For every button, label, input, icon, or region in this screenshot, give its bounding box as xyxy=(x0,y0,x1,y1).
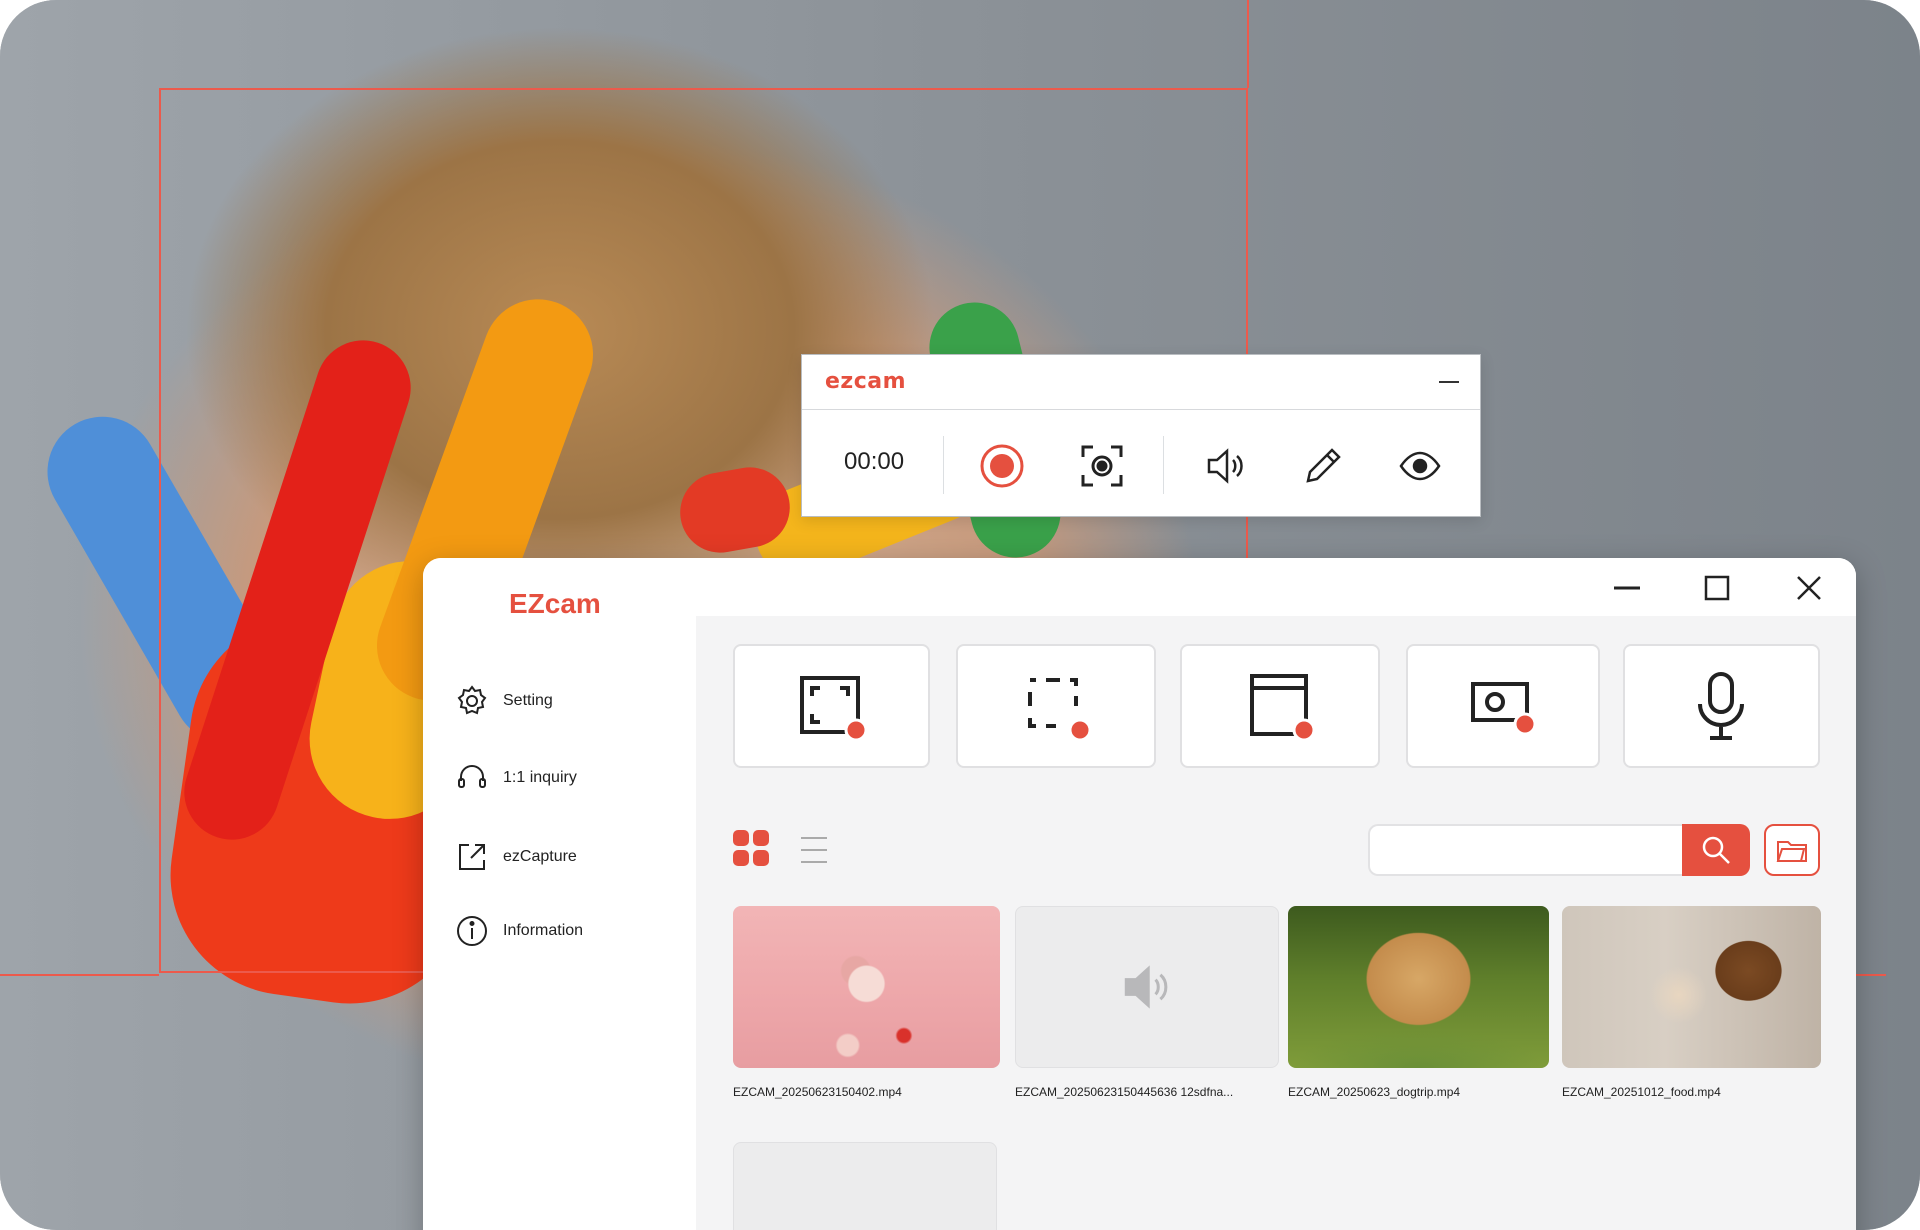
sidebar-item-label: Setting xyxy=(503,692,553,709)
recorder-bar-header[interactable]: ezcam xyxy=(802,355,1480,410)
minimize-button[interactable] xyxy=(1603,568,1651,608)
recorder-timer: 00:00 xyxy=(844,448,905,475)
search-input[interactable] xyxy=(1368,824,1684,876)
folder-icon xyxy=(1776,841,1807,862)
region-record-icon xyxy=(1028,678,1092,742)
file-thumbnail[interactable] xyxy=(1288,906,1549,1068)
search-button[interactable] xyxy=(1682,824,1750,876)
fullscreen-record-button[interactable] xyxy=(733,644,930,768)
app-window[interactable]: EZcam Setting 1:1 inquiry ezCapture Info… xyxy=(423,558,1856,1230)
list-view-icon xyxy=(801,837,827,863)
file-name: EZCAM_20250623150445636 12sdfna... xyxy=(1015,1085,1234,1099)
speaker-button[interactable] xyxy=(1196,436,1256,496)
audio-record-button[interactable] xyxy=(1623,644,1820,768)
sidebar-item-setting[interactable]: Setting xyxy=(455,684,553,718)
webcam-record-button[interactable] xyxy=(1406,644,1600,768)
record-button[interactable] xyxy=(972,436,1032,496)
recorder-logo: ezcam xyxy=(825,369,907,394)
maximize-icon xyxy=(1704,575,1730,601)
info-icon xyxy=(457,916,487,946)
guide-line xyxy=(1856,974,1886,976)
list-view-button[interactable] xyxy=(799,834,829,871)
grid-view-button[interactable] xyxy=(733,830,771,873)
record-icon xyxy=(980,444,1024,488)
eye-icon xyxy=(1399,451,1441,481)
title-bar[interactable] xyxy=(696,558,1856,616)
search-icon xyxy=(1702,836,1730,864)
gear-icon xyxy=(457,685,487,715)
sidebar-item-label: Information xyxy=(503,922,584,939)
speaker-icon xyxy=(1207,448,1243,484)
file-name: EZCAM_20251012_food.mp4 xyxy=(1562,1085,1721,1099)
guide-line xyxy=(0,974,159,976)
close-button[interactable] xyxy=(1785,568,1833,608)
sidebar-item-ezcapture[interactable]: ezCapture xyxy=(455,840,577,874)
window-record-icon xyxy=(1250,674,1316,742)
sidebar: EZcam Setting 1:1 inquiry ezCapture Info… xyxy=(423,558,696,1230)
fullscreen-record-icon xyxy=(799,676,867,742)
region-record-button[interactable] xyxy=(956,644,1156,768)
grid-view-icon xyxy=(733,830,769,866)
screenshot-button[interactable] xyxy=(1072,436,1132,496)
sidebar-item-inquiry[interactable]: 1:1 inquiry xyxy=(455,761,577,795)
speaker-icon xyxy=(1124,965,1168,1009)
file-name: EZCAM_20250623_dogtrip.mp4 xyxy=(1288,1085,1461,1099)
stage: ezcam 00:00 EZcam Setting 1:1 inquiry ez… xyxy=(0,0,1920,1230)
file-name: EZCAM_20250623150402.mp4 xyxy=(733,1085,902,1099)
divider xyxy=(943,436,944,494)
recorder-bar[interactable]: ezcam 00:00 xyxy=(801,354,1481,517)
guide-line xyxy=(1247,0,1249,88)
microphone-icon xyxy=(1697,672,1744,740)
maximize-button[interactable] xyxy=(1693,568,1741,608)
window-record-button[interactable] xyxy=(1180,644,1380,768)
file-thumbnail[interactable] xyxy=(733,1142,997,1230)
minimize-icon xyxy=(1614,586,1640,590)
external-link-icon xyxy=(459,844,485,870)
file-thumbnail[interactable] xyxy=(733,906,1000,1068)
divider xyxy=(1163,436,1164,494)
sidebar-item-label: ezCapture xyxy=(503,848,577,865)
app-brand: EZcam xyxy=(509,588,601,619)
eye-button[interactable] xyxy=(1390,436,1450,496)
close-icon xyxy=(1797,576,1821,600)
pencil-button[interactable] xyxy=(1293,436,1353,496)
sidebar-item-information[interactable]: Information xyxy=(455,914,583,948)
minimize-icon xyxy=(1439,381,1459,383)
file-thumbnail[interactable] xyxy=(1562,906,1821,1068)
file-thumbnail[interactable] xyxy=(1015,906,1279,1068)
pencil-icon xyxy=(1306,448,1341,483)
webcam-record-icon xyxy=(1471,682,1537,736)
headset-icon xyxy=(458,765,486,788)
recorder-minimize-button[interactable] xyxy=(1432,365,1466,399)
open-folder-button[interactable] xyxy=(1764,824,1820,876)
screenshot-icon xyxy=(1081,445,1123,487)
sidebar-item-label: 1:1 inquiry xyxy=(503,769,577,786)
